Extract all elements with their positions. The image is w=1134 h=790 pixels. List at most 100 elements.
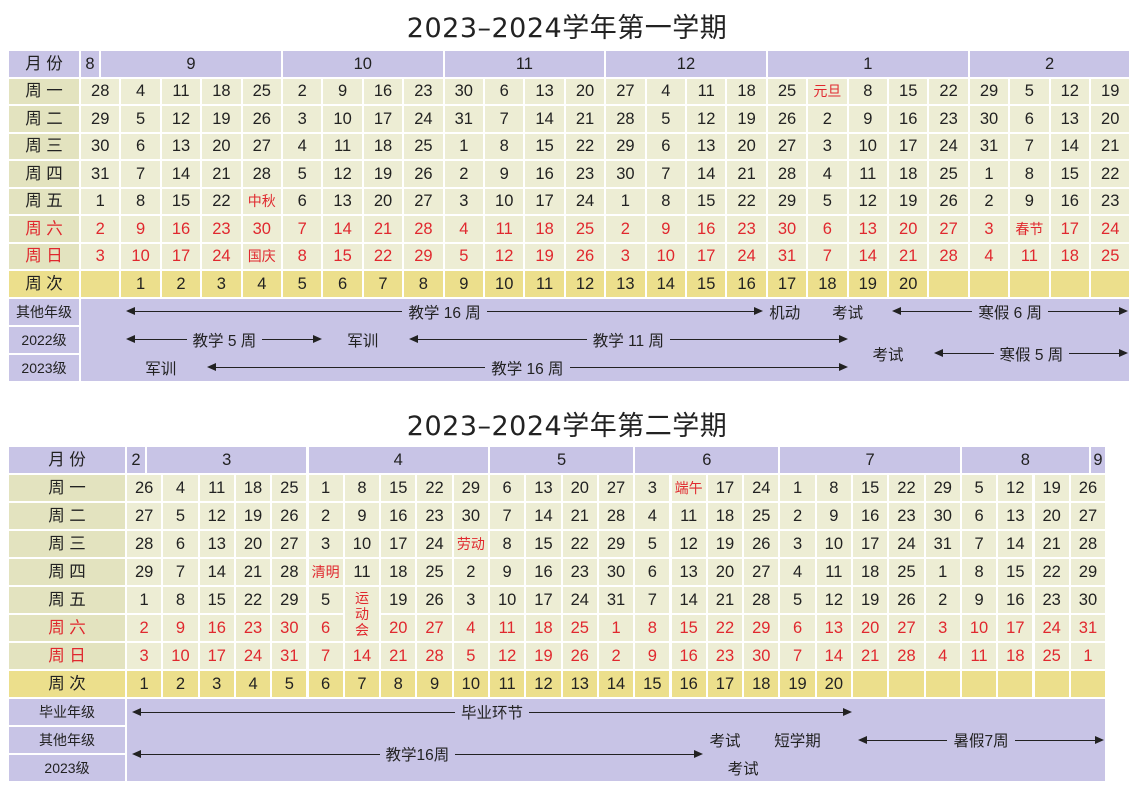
date-cell: 6 bbox=[484, 77, 525, 105]
week-number-cell bbox=[997, 670, 1034, 698]
week-number-cell bbox=[928, 270, 969, 298]
arrow-right-icon bbox=[455, 749, 703, 758]
plan-label-graduating: 毕业年级 bbox=[8, 698, 126, 726]
date-cell: 21 bbox=[1033, 530, 1070, 558]
date-cell: 26 bbox=[564, 242, 606, 270]
date-cell: 2 bbox=[807, 105, 848, 133]
date-cell: 16 bbox=[362, 77, 404, 105]
date-cell: 28 bbox=[1069, 530, 1107, 558]
date-cell: 7 bbox=[282, 215, 323, 243]
break-span: 寒假 5 周 bbox=[934, 326, 1129, 382]
date-cell: 10 bbox=[645, 242, 686, 270]
short-term-label: 短学期 bbox=[774, 733, 821, 750]
date-cell: 17 bbox=[997, 614, 1034, 642]
date-cell: 25 bbox=[743, 502, 780, 530]
date-cell: 4 bbox=[634, 502, 671, 530]
week-number-cell bbox=[1069, 670, 1107, 698]
plan-label-other: 其他年级 bbox=[8, 726, 126, 754]
date-cell: 5 bbox=[443, 242, 484, 270]
date-cell: 14 bbox=[686, 160, 727, 188]
date-cell: 31 bbox=[766, 242, 808, 270]
date-cell: 19 bbox=[524, 242, 565, 270]
date-cell: 2 bbox=[282, 77, 323, 105]
weekday-label: 周 四 bbox=[8, 160, 80, 188]
date-cell: 16 bbox=[1049, 187, 1090, 215]
week-number-cell: 19 bbox=[847, 270, 888, 298]
date-cell: 13 bbox=[524, 77, 565, 105]
date-cell: 19 bbox=[362, 160, 404, 188]
date-cell: 21 bbox=[564, 105, 606, 133]
date-cell: 6 bbox=[634, 558, 671, 586]
week-number-cell: 6 bbox=[307, 670, 344, 698]
date-cell: 5 bbox=[307, 586, 344, 614]
date-cell: 31 bbox=[597, 586, 635, 614]
date-cell: 15 bbox=[198, 586, 235, 614]
weekday-label: 周 日 bbox=[8, 642, 126, 670]
date-cell: 9 bbox=[484, 160, 525, 188]
date-cell: 16 bbox=[686, 215, 727, 243]
arrow-left-icon bbox=[934, 349, 994, 357]
date-cell: 27 bbox=[241, 132, 282, 160]
date-cell: 23 bbox=[564, 160, 606, 188]
date-cell: 6 bbox=[162, 530, 199, 558]
month-label: 8 bbox=[960, 446, 1090, 474]
arrow-right-icon bbox=[1069, 349, 1129, 357]
date-cell: 29 bbox=[403, 242, 444, 270]
date-cell: 27 bbox=[597, 474, 635, 502]
week-number-cell: 15 bbox=[634, 670, 671, 698]
date-cell: 7 bbox=[484, 105, 525, 133]
date-cell: 5 bbox=[282, 160, 323, 188]
weekday-label: 周 一 bbox=[8, 77, 80, 105]
holiday-cell: 运动会 bbox=[343, 586, 381, 642]
month-header-label: 月 份 bbox=[8, 50, 80, 78]
date-cell: 29 bbox=[1069, 558, 1107, 586]
date-cell: 28 bbox=[597, 502, 635, 530]
date-cell: 23 bbox=[561, 558, 598, 586]
week-number-cell: 1 bbox=[126, 670, 163, 698]
date-cell: 3 bbox=[924, 614, 961, 642]
date-cell: 17 bbox=[1049, 215, 1090, 243]
date-cell: 30 bbox=[597, 558, 635, 586]
date-cell: 4 bbox=[443, 215, 484, 243]
month-label: 2 bbox=[968, 50, 1131, 78]
date-cell: 31 bbox=[271, 642, 308, 670]
date-cell: 6 bbox=[1009, 105, 1050, 133]
date-cell: 5 bbox=[162, 502, 199, 530]
date-cell: 12 bbox=[484, 242, 525, 270]
date-cell: 11 bbox=[484, 215, 525, 243]
date-cell: 26 bbox=[241, 105, 282, 133]
month-label: 7 bbox=[779, 446, 961, 474]
week-number-cell: 10 bbox=[452, 670, 489, 698]
g2022-military-label: 军训 bbox=[347, 332, 379, 350]
holiday-cell: 春节 bbox=[1009, 215, 1050, 243]
date-cell: 23 bbox=[888, 502, 925, 530]
weekday-label: 周 三 bbox=[8, 132, 80, 160]
date-cell: 8 bbox=[343, 474, 381, 502]
date-cell: 22 bbox=[234, 586, 272, 614]
date-cell: 30 bbox=[743, 642, 780, 670]
date-cell: 6 bbox=[960, 502, 998, 530]
date-cell: 24 bbox=[1090, 215, 1131, 243]
date-cell: 11 bbox=[160, 77, 202, 105]
date-cell: 10 bbox=[489, 586, 526, 614]
weekday-label: 周 六 bbox=[8, 215, 80, 243]
date-cell: 8 bbox=[162, 586, 199, 614]
date-cell: 21 bbox=[1090, 132, 1131, 160]
date-cell: 30 bbox=[605, 160, 646, 188]
date-cell: 20 bbox=[726, 132, 767, 160]
date-cell: 29 bbox=[126, 558, 163, 586]
arrow-left-icon bbox=[132, 749, 380, 758]
other-teaching-span-label: 教学 16 周 bbox=[408, 304, 481, 322]
date-cell: 9 bbox=[815, 502, 852, 530]
date-cell: 10 bbox=[847, 132, 888, 160]
week-number-cell: 11 bbox=[524, 270, 565, 298]
date-cell: 3 bbox=[443, 187, 484, 215]
other-break-span-label: 寒假 6 周 bbox=[978, 304, 1043, 322]
date-cell: 10 bbox=[343, 530, 381, 558]
date-cell: 20 bbox=[362, 187, 404, 215]
date-cell: 10 bbox=[162, 642, 199, 670]
date-cell: 15 bbox=[524, 132, 565, 160]
date-cell: 24 bbox=[888, 530, 925, 558]
date-cell: 19 bbox=[234, 502, 272, 530]
date-cell: 21 bbox=[201, 160, 242, 188]
